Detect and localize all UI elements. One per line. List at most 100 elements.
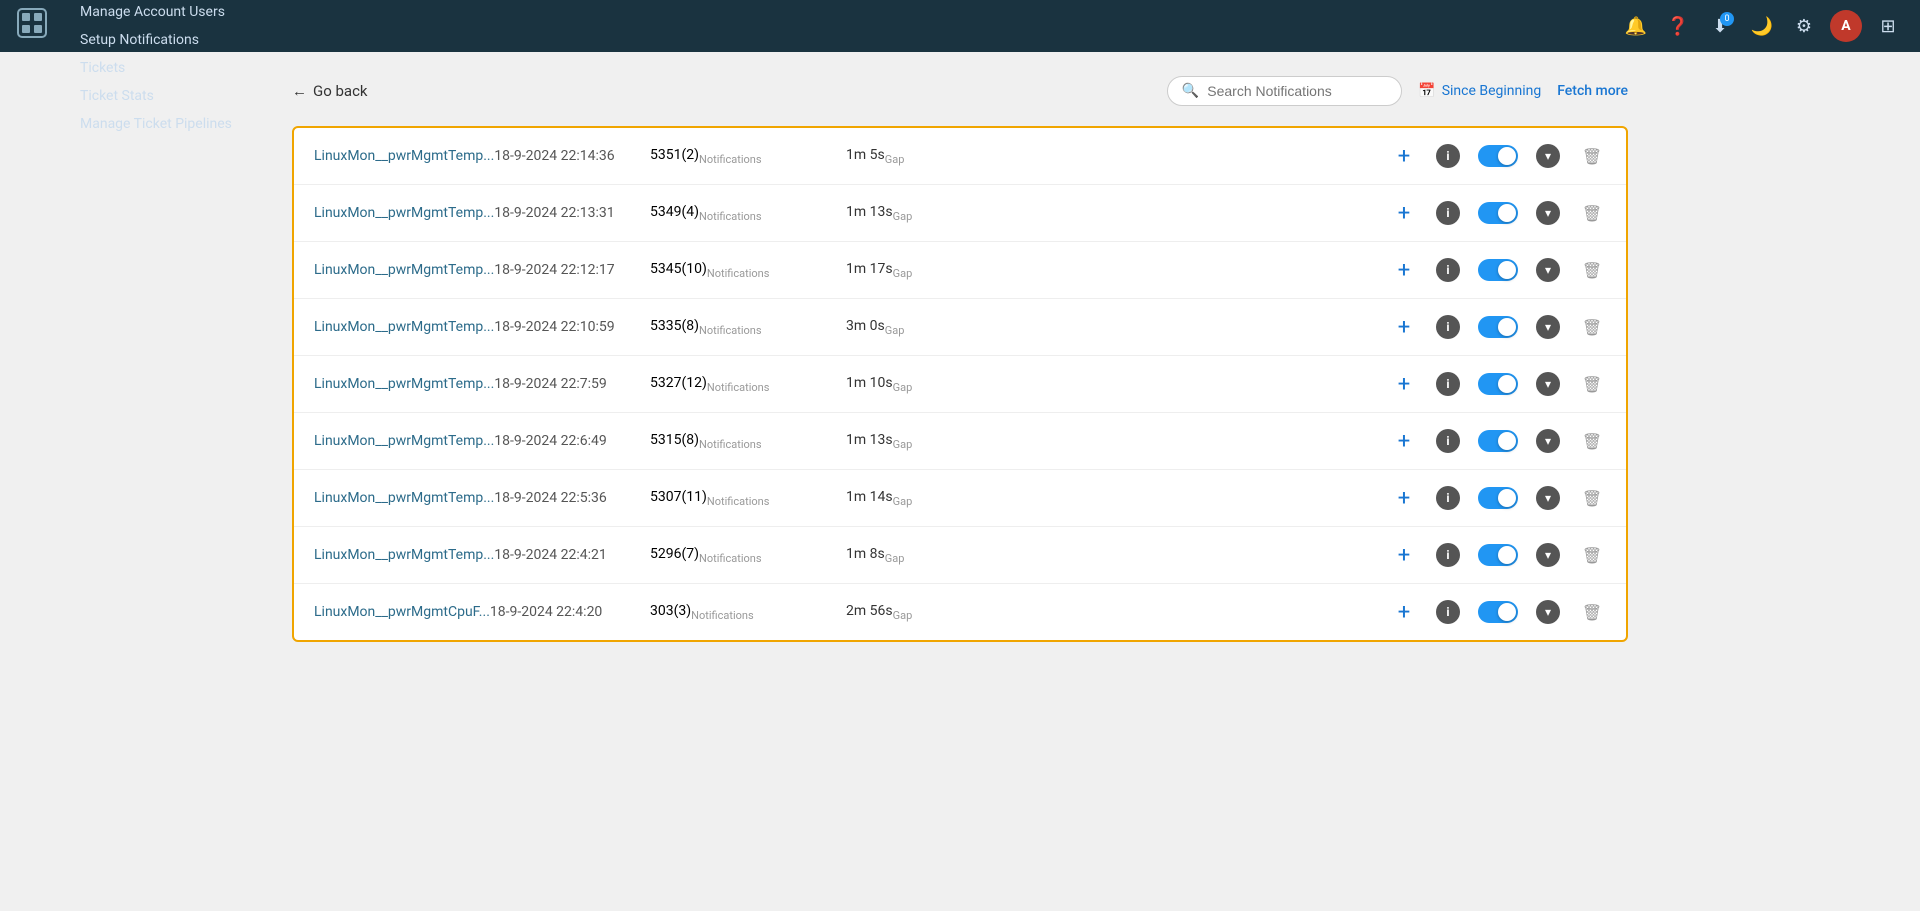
delete-button[interactable]: 🗑 <box>1578 484 1606 512</box>
chevron-down-button[interactable]: ▾ <box>1536 543 1560 567</box>
toggle-button[interactable] <box>1478 601 1518 623</box>
toggle-button[interactable] <box>1478 259 1518 281</box>
host-name: LinuxMon__pwrMgmtTemp... <box>314 319 494 335</box>
chevron-down-button[interactable]: ▾ <box>1536 600 1560 624</box>
row-name-1: LinuxMon__pwrMgmtTemp...18-9-2024 22:14:… <box>314 148 634 164</box>
add-button[interactable]: + <box>1390 256 1418 284</box>
help-icon[interactable]: ❓ <box>1662 10 1694 42</box>
toggle-button[interactable] <box>1478 487 1518 509</box>
date-filter[interactable]: 📅 Since Beginning <box>1418 83 1541 99</box>
host-name: LinuxMon__pwrMgmtTemp... <box>314 148 494 164</box>
info-button[interactable]: i <box>1436 429 1460 453</box>
chevron-down-button[interactable]: ▾ <box>1536 201 1560 225</box>
count-paren: (7) <box>681 546 699 562</box>
info-button[interactable]: i <box>1436 258 1460 282</box>
add-button[interactable]: + <box>1390 142 1418 170</box>
add-button[interactable]: + <box>1390 484 1418 512</box>
add-button[interactable]: + <box>1390 541 1418 569</box>
nav-link-tickets[interactable]: Tickets <box>68 54 244 82</box>
go-back-button[interactable]: ← Go back <box>292 82 368 100</box>
arrow-left-icon: ← <box>292 82 307 100</box>
delete-button[interactable]: 🗑 <box>1578 541 1606 569</box>
chevron-down-button[interactable]: ▾ <box>1536 144 1560 168</box>
row-name-8: LinuxMon__pwrMgmtTemp...18-9-2024 22:4:2… <box>314 547 634 563</box>
delete-button[interactable]: 🗑 <box>1578 256 1606 284</box>
toggle-button[interactable] <box>1478 145 1518 167</box>
row-gap-4: 3m 0sGap <box>846 318 966 337</box>
count-paren: (3) <box>674 603 692 619</box>
chevron-down-button[interactable]: ▾ <box>1536 486 1560 510</box>
row-actions-7: + i ▾ 🗑 <box>982 484 1606 512</box>
count-paren: (2) <box>681 147 699 163</box>
nav-link-manage-account-users[interactable]: Manage Account Users <box>68 0 244 26</box>
toggle-button[interactable] <box>1478 430 1518 452</box>
grid-icon[interactable]: ⊞ <box>1872 10 1904 42</box>
row-gap-3: 1m 17sGap <box>846 261 966 280</box>
count-suffix: Notifications <box>707 266 770 279</box>
download-icon[interactable]: ⬇ 0 <box>1704 10 1736 42</box>
info-button[interactable]: i <box>1436 315 1460 339</box>
delete-button[interactable]: 🗑 <box>1578 427 1606 455</box>
notifications-icon[interactable]: 🔔 <box>1620 10 1652 42</box>
info-button[interactable]: i <box>1436 201 1460 225</box>
row-name-6: LinuxMon__pwrMgmtTemp...18-9-2024 22:6:4… <box>314 433 634 449</box>
row-actions-8: + i ▾ 🗑 <box>982 541 1606 569</box>
delete-button[interactable]: 🗑 <box>1578 142 1606 170</box>
avatar[interactable]: A <box>1830 10 1862 42</box>
add-button[interactable]: + <box>1390 598 1418 626</box>
info-button[interactable]: i <box>1436 600 1460 624</box>
row-name-9: LinuxMon__pwrMgmtCpuF...18-9-2024 22:4:2… <box>314 604 634 620</box>
toggle-button[interactable] <box>1478 202 1518 224</box>
toggle-thumb <box>1498 318 1516 336</box>
gap-suffix: Gap <box>885 323 905 336</box>
row-count-9: 303(3)Notifications <box>650 603 830 622</box>
count-value: 303 <box>650 603 674 619</box>
count-suffix: Notifications <box>707 380 770 393</box>
chevron-down-button[interactable]: ▾ <box>1536 315 1560 339</box>
row-count-7: 5307(11)Notifications <box>650 489 830 508</box>
timestamp: 18-9-2024 22:14:36 <box>494 148 614 164</box>
nav-link-setup-notifications[interactable]: Setup Notifications <box>68 26 244 54</box>
add-button[interactable]: + <box>1390 313 1418 341</box>
toggle-button[interactable] <box>1478 544 1518 566</box>
info-button[interactable]: i <box>1436 144 1460 168</box>
chevron-down-button[interactable]: ▾ <box>1536 372 1560 396</box>
toggle-thumb <box>1498 147 1516 165</box>
count-value: 5351 <box>650 147 681 163</box>
delete-button[interactable]: 🗑 <box>1578 199 1606 227</box>
count-value: 5315 <box>650 432 681 448</box>
row-name-3: LinuxMon__pwrMgmtTemp...18-9-2024 22:12:… <box>314 262 634 278</box>
info-button[interactable]: i <box>1436 486 1460 510</box>
settings-icon[interactable]: ⚙ <box>1788 10 1820 42</box>
nav-link-manage-ticket-pipelines[interactable]: Manage Ticket Pipelines <box>68 110 244 138</box>
toggle-button[interactable] <box>1478 373 1518 395</box>
add-button[interactable]: + <box>1390 427 1418 455</box>
chevron-down-button[interactable]: ▾ <box>1536 258 1560 282</box>
delete-button[interactable]: 🗑 <box>1578 598 1606 626</box>
info-button[interactable]: i <box>1436 372 1460 396</box>
navbar: ClustersHostsServicesManage Account User… <box>0 0 1920 52</box>
search-input[interactable] <box>1207 83 1387 99</box>
theme-icon[interactable]: 🌙 <box>1746 10 1778 42</box>
row-name-4: LinuxMon__pwrMgmtTemp...18-9-2024 22:10:… <box>314 319 634 335</box>
gap-suffix: Gap <box>893 209 913 222</box>
toggle-button[interactable] <box>1478 316 1518 338</box>
row-name-5: LinuxMon__pwrMgmtTemp...18-9-2024 22:7:5… <box>314 376 634 392</box>
delete-button[interactable]: 🗑 <box>1578 313 1606 341</box>
delete-button[interactable]: 🗑 <box>1578 370 1606 398</box>
row-count-8: 5296(7)Notifications <box>650 546 830 565</box>
toggle-thumb <box>1498 204 1516 222</box>
timestamp: 18-9-2024 22:12:17 <box>494 262 614 278</box>
table-row: LinuxMon__pwrMgmtTemp...18-9-2024 22:13:… <box>294 185 1626 242</box>
row-gap-7: 1m 14sGap <box>846 489 966 508</box>
table-row: LinuxMon__pwrMgmtTemp...18-9-2024 22:7:5… <box>294 356 1626 413</box>
info-button[interactable]: i <box>1436 543 1460 567</box>
row-name-2: LinuxMon__pwrMgmtTemp...18-9-2024 22:13:… <box>314 205 634 221</box>
host-name: LinuxMon__pwrMgmtTemp... <box>314 490 494 506</box>
chevron-down-button[interactable]: ▾ <box>1536 429 1560 453</box>
nav-link-ticket-stats[interactable]: Ticket Stats <box>68 82 244 110</box>
fetch-more-button[interactable]: Fetch more <box>1557 83 1628 99</box>
add-button[interactable]: + <box>1390 370 1418 398</box>
add-button[interactable]: + <box>1390 199 1418 227</box>
timestamp: 18-9-2024 22:13:31 <box>494 205 614 221</box>
